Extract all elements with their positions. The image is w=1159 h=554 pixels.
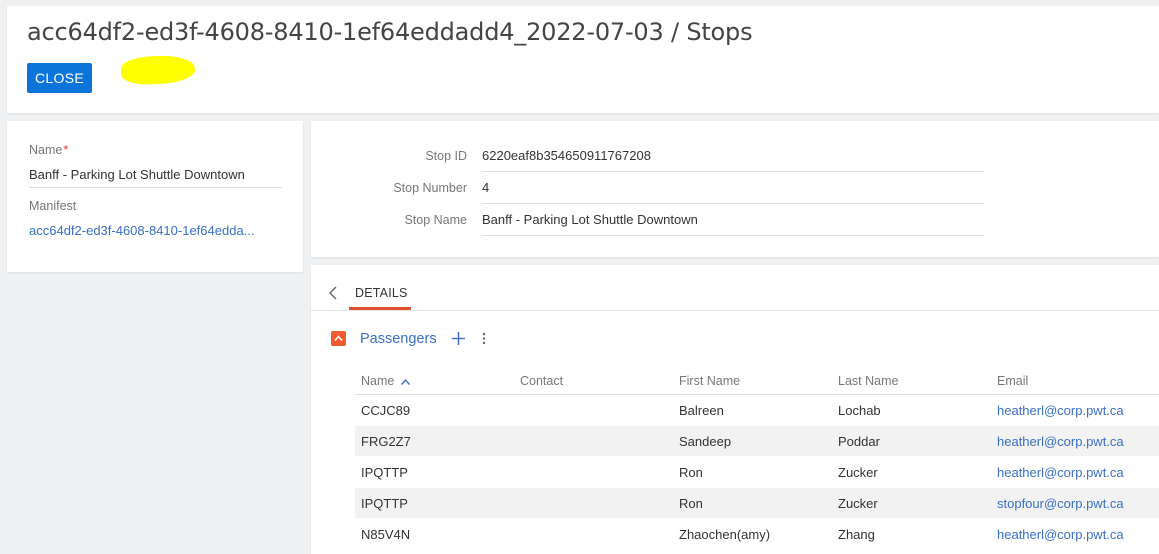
- tab-divider: [311, 310, 1159, 311]
- yellow-highlight-mark: [120, 54, 196, 86]
- table-row[interactable]: IPQTTP Ron Zucker heatherl@corp.pwt.ca: [355, 457, 1159, 488]
- passenger-last-name: Zucker: [838, 496, 878, 511]
- stop-id-value[interactable]: 6220eaf8b354650911767208: [482, 148, 984, 172]
- manifest-field-label: Manifest: [29, 199, 77, 213]
- stop-number-label: Stop Number: [393, 181, 467, 195]
- stop-name-value[interactable]: Banff - Parking Lot Shuttle Downtown: [482, 212, 984, 236]
- name-field-label: Name*: [29, 143, 69, 157]
- stop-name-label: Stop Name: [404, 213, 467, 227]
- column-header-last-name[interactable]: Last Name: [838, 374, 898, 388]
- table-row[interactable]: CCJC89 Balreen Lochab heatherl@corp.pwt.…: [355, 395, 1159, 426]
- column-header-first-name[interactable]: First Name: [679, 374, 740, 388]
- passenger-email-link[interactable]: heatherl@corp.pwt.ca: [997, 519, 1124, 550]
- page-header: acc64df2-ed3f-4608-8410-1ef64eddadd4_202…: [7, 6, 1159, 113]
- tab-details[interactable]: DETAILS: [349, 277, 414, 311]
- details-panel: DETAILS Passengers Name Contact First Na…: [311, 265, 1159, 554]
- passenger-email-link[interactable]: stopfour@corp.pwt.ca: [997, 488, 1124, 519]
- passengers-section-title[interactable]: Passengers: [360, 331, 437, 347]
- passenger-last-name: Lochab: [838, 403, 881, 418]
- passenger-email-link[interactable]: heatherl@corp.pwt.ca: [997, 457, 1124, 488]
- passenger-first-name: Ron: [679, 465, 703, 480]
- passenger-name: N85V4N: [361, 527, 411, 542]
- passenger-last-name: Zhang: [838, 527, 875, 542]
- passenger-name: CCJC89: [361, 403, 411, 418]
- column-header-name[interactable]: Name: [361, 374, 411, 388]
- table-row[interactable]: IPQTTP Ron Zucker stopfour@corp.pwt.ca: [355, 488, 1159, 519]
- passenger-first-name: Balreen: [679, 403, 724, 418]
- record-summary-panel: Name* Banff - Parking Lot Shuttle Downto…: [7, 121, 303, 272]
- stop-number-value[interactable]: 4: [482, 180, 984, 204]
- page-title: acc64df2-ed3f-4608-8410-1ef64eddadd4_202…: [27, 18, 753, 46]
- manifest-link[interactable]: acc64df2-ed3f-4608-8410-1ef64edda...: [29, 223, 282, 243]
- stop-info-panel: Stop ID 6220eaf8b354650911767208 Stop Nu…: [311, 121, 1159, 257]
- name-field-value[interactable]: Banff - Parking Lot Shuttle Downtown: [29, 167, 282, 188]
- passenger-name: IPQTTP: [361, 465, 408, 480]
- passenger-first-name: Sandeep: [679, 434, 732, 449]
- table-header-row: Name Contact First Name Last Name Email: [355, 368, 1159, 395]
- column-header-email[interactable]: Email: [997, 374, 1028, 388]
- sort-ascending-icon: [401, 378, 411, 385]
- passenger-email-link[interactable]: heatherl@corp.pwt.ca: [997, 426, 1124, 457]
- passenger-first-name: Zhaochen(amy): [679, 527, 771, 542]
- stop-id-label: Stop ID: [425, 149, 467, 163]
- required-marker: *: [63, 143, 69, 157]
- passenger-first-name: Ron: [679, 496, 703, 511]
- passenger-name: FRG2Z7: [361, 434, 411, 449]
- table-row[interactable]: FRG2Z7 Sandeep Poddar heatherl@corp.pwt.…: [355, 426, 1159, 457]
- plus-icon[interactable]: [451, 331, 466, 346]
- chevron-left-icon[interactable]: [327, 285, 339, 301]
- passenger-last-name: Poddar: [838, 434, 880, 449]
- table-row[interactable]: N85V4N Zhaochen(amy) Zhang heatherl@corp…: [355, 519, 1159, 550]
- passengers-table: Name Contact First Name Last Name Email …: [355, 368, 1159, 550]
- passenger-name: IPQTTP: [361, 496, 408, 511]
- more-vertical-icon[interactable]: [478, 331, 490, 346]
- collapse-section-icon[interactable]: [331, 331, 346, 346]
- column-header-contact[interactable]: Contact: [520, 374, 563, 388]
- passenger-email-link[interactable]: heatherl@corp.pwt.ca: [997, 395, 1124, 426]
- close-button[interactable]: CLOSE: [27, 63, 92, 93]
- passenger-last-name: Zucker: [838, 465, 878, 480]
